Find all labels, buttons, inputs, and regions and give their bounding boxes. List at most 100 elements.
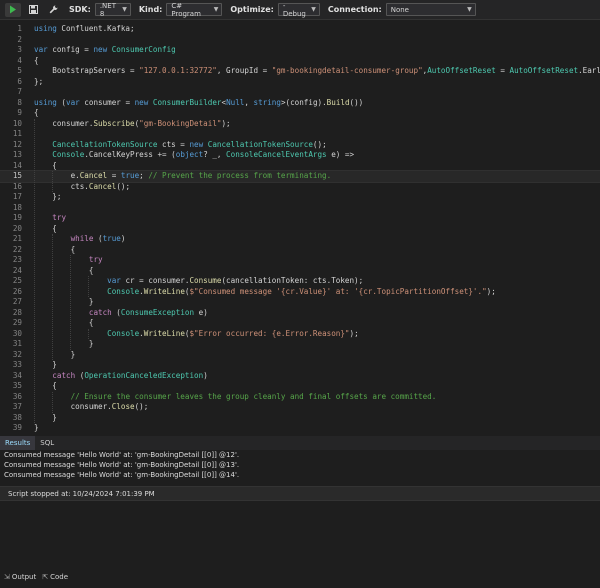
output-icon: ⇲ [4,572,10,581]
code-line[interactable]: 32 } [0,350,600,361]
line-number: 7 [17,87,22,96]
code-text: catch (ConsumeException e) [88,307,208,317]
code-text: var config = new ConsumerConfig [34,45,176,54]
code-text: { [34,223,57,233]
results-panel: Consumed message 'Hello World' at: 'gm-B… [0,450,600,566]
code-line[interactable]: 24 { [0,266,600,277]
code-line[interactable]: 37 consumer.Close(); [0,402,600,413]
code-line[interactable]: 14 { [0,161,600,172]
code-line[interactable]: 2 [0,35,600,46]
code-line[interactable]: 5 BootstrapServers = "127.0.0.1:32772", … [0,66,600,77]
line-number: 33 [12,360,22,369]
line-number: 10 [12,118,22,128]
code-text: } [34,423,39,432]
wrench-icon [49,5,58,14]
code-text: }; [34,76,44,86]
code-line[interactable]: 25 var cr = consumer.Consume(cancellatio… [0,276,600,287]
sdk-label: SDK: [69,5,91,14]
chevron-down-icon: ▼ [213,6,219,13]
line-number: 11 [12,129,22,138]
code-text: { [34,244,76,254]
code-line[interactable]: 35 { [0,381,600,392]
line-number: 20 [12,223,22,233]
code-line[interactable]: 8 using (var consumer = new ConsumerBuild… [0,98,600,109]
code-line[interactable]: 36 // Ensure the consumer leaves the gro… [0,392,600,403]
run-button[interactable] [5,2,21,17]
code-line[interactable]: 3 var config = new ConsumerConfig [0,45,600,56]
code-line[interactable]: 34 catch (OperationCanceledException) [0,371,600,382]
code-line[interactable]: 23 try [0,255,600,266]
line-number: 21 [12,234,22,243]
code-line[interactable]: 38 } [0,413,600,424]
code-line[interactable]: 20 { [0,224,600,235]
code-text: { [34,381,57,390]
code-line[interactable]: 11 [0,129,600,140]
line-number: 2 [17,34,22,44]
tab-results[interactable]: Results [0,436,36,450]
result-line: Consumed message 'Hello World' at: 'gm-B… [4,451,240,459]
sdk-value: .NET 8 [99,1,116,18]
code-line[interactable]: 21 while (true) [0,234,600,245]
code-line[interactable]: 26 Console.WriteLine($"Consumed message … [0,287,600,298]
results-tabs: Results SQL [0,436,600,450]
code-line[interactable]: 4{ [0,56,600,67]
code-line[interactable]: 27 } [0,297,600,308]
code-line[interactable]: 17 }; [0,192,600,203]
optimize-select[interactable]: - Debug ▼ [277,1,320,18]
line-number: 1 [17,24,22,33]
line-number: 18 [12,202,22,212]
code-text: { [34,55,39,65]
code-line[interactable]: 12 CancellationTokenSource cts = new Can… [0,140,600,151]
code-line[interactable]: 10 consumer.Subscribe("gm-BookingDetail"… [0,119,600,130]
kind-label: Kind: [138,5,163,14]
code-line[interactable]: 15 e.Cancel = true; // Prevent the proce… [0,170,600,183]
line-number: 26 [12,286,22,296]
optimize-value: - Debug [282,1,306,18]
line-number: 13 [12,150,22,159]
code-line[interactable]: 9{ [0,108,600,119]
code-line[interactable]: 31 } [0,339,600,350]
settings-button[interactable] [45,3,61,17]
line-number: 15 [12,171,22,180]
code-line[interactable]: 16 cts.Cancel(); [0,182,600,193]
line-number: 29 [12,318,22,327]
code-text: { [34,265,94,275]
code-line[interactable]: 33 } [0,360,600,371]
code-line[interactable]: 1 using Confluent.Kafka; [0,24,600,35]
code-line[interactable]: 19 try [0,213,600,224]
kind-select[interactable]: C# Program ▼ [166,1,223,18]
chevron-down-icon: ▼ [311,6,316,13]
code-line[interactable]: 7 [0,87,600,98]
line-number: 5 [17,66,22,75]
line-number: 35 [12,381,22,390]
save-button[interactable] [25,3,41,17]
code-line[interactable]: 6}; [0,77,600,88]
line-number: 9 [17,108,22,117]
line-number: 23 [12,255,22,264]
code-line[interactable]: 30 Console.WriteLine($"Error occurred: {… [0,329,600,340]
indent-guide [52,391,53,413]
code-editor[interactable]: 1 using Confluent.Kafka; 2 3 var config = ne… [0,20,600,432]
indent-guide [52,171,53,192]
output-button[interactable]: ⇲ Output [4,573,36,581]
code-text: Console.WriteLine($"Error occurred: {e.E… [107,328,359,338]
line-number: 30 [12,328,22,338]
tab-sql[interactable]: SQL [35,436,59,450]
line-number: 27 [12,297,22,306]
sdk-select[interactable]: .NET 8 ▼ [94,1,131,18]
line-number: 6 [17,76,22,86]
code-text: } [34,339,94,348]
code-button[interactable]: ⇱ Code [42,573,68,581]
code-line[interactable]: 22 { [0,245,600,256]
code-text: using Confluent.Kafka; [34,24,135,33]
code-text: } [34,412,57,422]
code-line[interactable]: 13 Console.CancelKeyPress += (object? _,… [0,150,600,161]
connection-select[interactable]: None ▼ [385,3,476,16]
kind-value: C# Program [171,1,201,18]
code-line[interactable]: 39} [0,423,600,434]
code-line[interactable]: 29 { [0,318,600,329]
code-line[interactable]: 18 [0,203,600,214]
status-message: Script stopped at: 10/24/2024 7:01:39 PM [0,486,600,501]
connection-label: Connection: [327,5,382,14]
code-line[interactable]: 28 catch (ConsumeException e) [0,308,600,319]
